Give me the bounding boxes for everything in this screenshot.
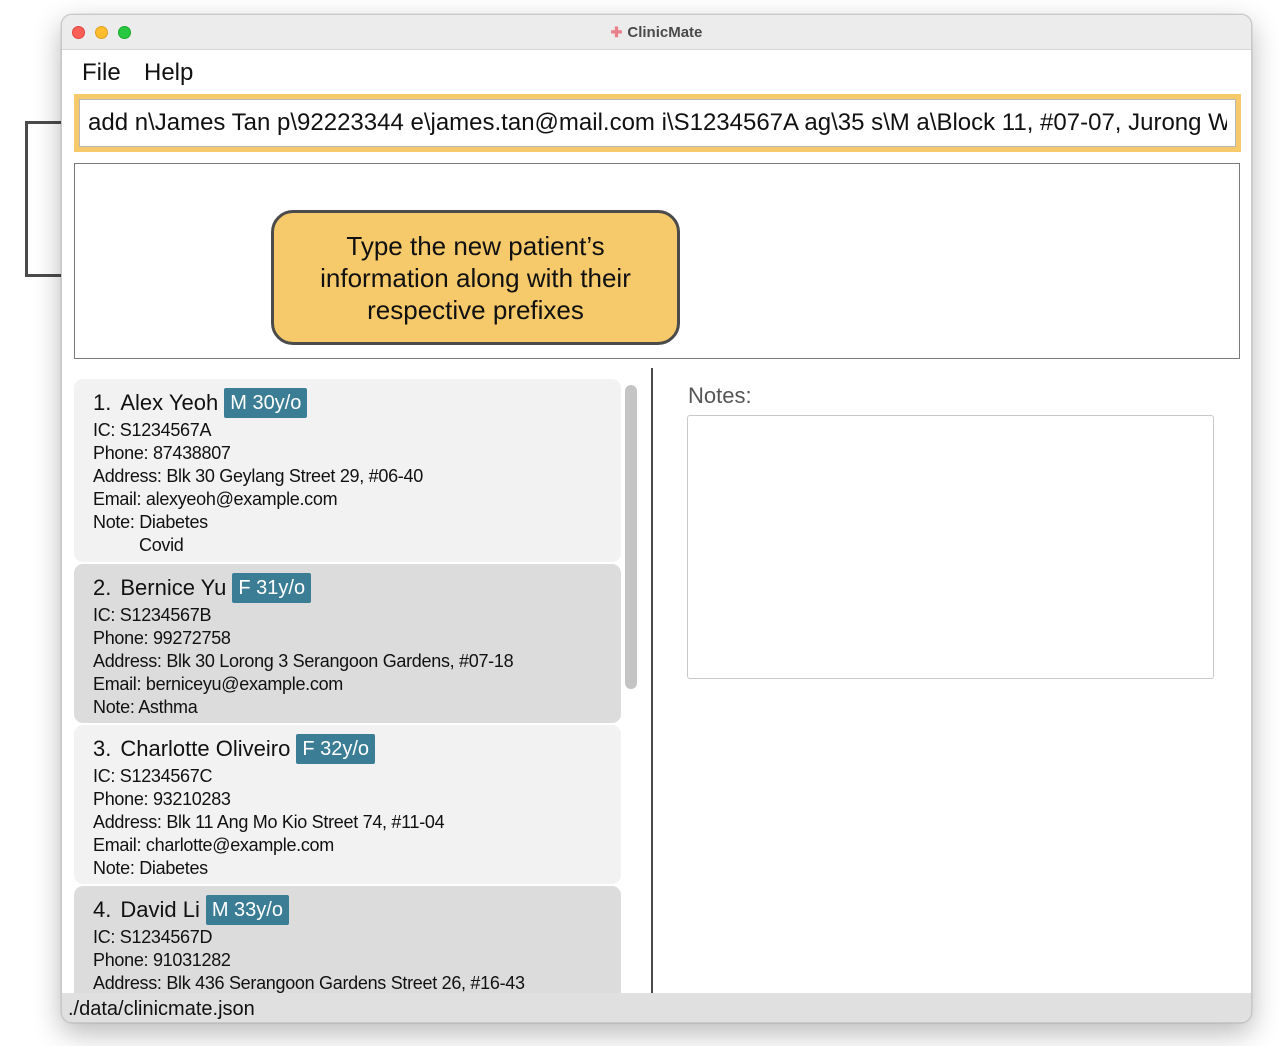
patient-phone: Phone: 87438807 <box>93 443 231 463</box>
patient-name: Charlotte Oliveiro <box>120 736 291 761</box>
patient-note: Note: Diabetes <box>93 512 208 532</box>
gender-age-badge: F 31y/o <box>232 573 312 603</box>
patient-ic: IC: S1234567A <box>93 420 212 440</box>
panel-divider[interactable] <box>651 368 653 993</box>
patient-name: David Li <box>120 897 200 922</box>
patient-note-extra: Covid <box>139 535 184 555</box>
window-title-text: ClinicMate <box>627 24 703 41</box>
patient-name: Bernice Yu <box>120 575 227 600</box>
patient-ic: IC: S1234567D <box>93 927 213 947</box>
patient-address: Address: Blk 436 Serangoon Gardens Stree… <box>93 973 525 993</box>
data-file-path: ./data/clinicmate.json <box>68 998 255 1020</box>
menu-bar: File Help <box>62 51 1251 93</box>
patient-phone: Phone: 93210283 <box>93 789 231 809</box>
patient-address: Address: Blk 11 Ang Mo Kio Street 74, #1… <box>93 812 445 832</box>
command-input[interactable] <box>79 99 1236 147</box>
patient-ic: IC: S1234567B <box>93 605 212 625</box>
patient-note: Note: Diabetes <box>93 858 208 878</box>
patient-index: 3. <box>93 736 112 761</box>
patient-list-scrollbar[interactable] <box>625 385 637 689</box>
status-bar: ./data/clinicmate.json <box>62 993 1251 1022</box>
patient-list[interactable]: 1. Alex Yeoh M 30y/o IC: S1234567A Phone… <box>74 379 640 993</box>
patient-name: Alex Yeoh <box>120 390 219 415</box>
patient-phone: Phone: 99272758 <box>93 628 231 648</box>
cross-icon: ✚ <box>610 24 623 40</box>
patient-email: Email: alexyeoh@example.com <box>93 489 338 509</box>
callout-text: Type the new patient’s information along… <box>320 230 631 325</box>
notes-label: Notes: <box>688 383 752 408</box>
patient-index: 2. <box>93 575 112 600</box>
gender-age-badge: F 32y/o <box>296 734 376 764</box>
patient-card[interactable]: 3. Charlotte Oliveiro F 32y/o IC: S12345… <box>74 725 621 884</box>
patient-index: 1. <box>93 390 112 415</box>
patient-card[interactable]: 4. David Li M 33y/o IC: S1234567D Phone:… <box>74 886 621 993</box>
patient-phone: Phone: 91031282 <box>93 950 231 970</box>
menu-file[interactable]: File <box>82 59 121 87</box>
title-bar: ✚ ClinicMate <box>62 15 1251 50</box>
window-title: ✚ ClinicMate <box>62 24 1251 41</box>
patient-note: Note: Asthma <box>93 697 198 717</box>
patient-address: Address: Blk 30 Geylang Street 29, #06-4… <box>93 466 423 486</box>
gender-age-badge: M 33y/o <box>205 895 289 925</box>
patient-index: 4. <box>93 897 112 922</box>
patient-address: Address: Blk 30 Lorong 3 Serangoon Garde… <box>93 651 514 671</box>
patient-card[interactable]: 2. Bernice Yu F 31y/o IC: S1234567B Phon… <box>74 564 621 723</box>
patient-ic: IC: S1234567C <box>93 766 213 786</box>
app-window: ✚ClinicMate File Help 1. Alex Yeoh M 30y… <box>61 14 1252 1023</box>
command-box-highlight <box>74 94 1241 152</box>
patient-card[interactable]: 1. Alex Yeoh M 30y/o IC: S1234567A Phone… <box>74 379 621 562</box>
notes-area[interactable] <box>687 415 1214 679</box>
gender-age-badge: M 30y/o <box>224 388 308 418</box>
patient-email: Email: berniceyu@example.com <box>93 674 343 694</box>
menu-help[interactable]: Help <box>144 59 193 87</box>
patient-email: Email: charlotte@example.com <box>93 835 334 855</box>
instruction-callout: Type the new patient’s information along… <box>271 210 680 345</box>
